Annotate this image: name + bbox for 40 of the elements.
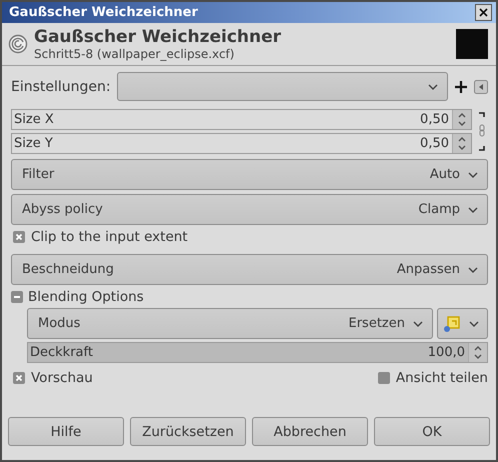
close-button[interactable] [475,4,492,21]
mode-dropdown[interactable]: Modus Ersetzen [27,308,433,339]
caret-icon [468,266,478,272]
close-icon [479,8,488,17]
spin-field[interactable]: Size X 0,50 [11,109,472,130]
caret-icon [468,172,478,178]
window-title: Gaußscher Weichzeichner [9,5,198,20]
caret-icon [468,206,478,212]
abyss-dropdown[interactable]: Abyss policy Clamp [11,194,488,225]
presets-label: Einstellungen: [11,78,111,94]
checkbox-label: Vorschau [31,370,93,386]
expander-toggle[interactable] [11,291,23,303]
add-icon[interactable] [454,80,468,94]
ok-button[interactable]: OK [374,417,490,446]
layer-mode-icon [443,314,461,332]
spiral-icon [8,34,28,54]
checkbox-label: Ansicht teilen [396,370,488,386]
caret-icon [413,320,423,326]
spin-arrows-icon[interactable] [468,343,487,362]
filter-dropdown[interactable]: Filter Auto [11,159,488,190]
chain-icon[interactable] [476,109,488,154]
checkbox[interactable] [13,231,25,243]
checkbox[interactable] [378,372,390,384]
reset-button[interactable]: Zurücksetzen [130,417,246,446]
caret-icon [428,84,438,90]
opacity-slider[interactable]: Deckkraft 100,0 [27,342,488,363]
cancel-button[interactable]: Abbrechen [252,417,368,446]
thumbnail-preview [456,29,488,59]
dialog-title: Gaußscher Weichzeichner [34,27,282,47]
checkbox[interactable] [13,372,25,384]
section-label: Blending Options [28,289,144,305]
composite-mode-button[interactable] [437,308,488,339]
spin-field[interactable]: Size Y 0,50 [11,133,472,154]
checkbox-label: Clip to the input extent [31,229,188,245]
spin-arrows-icon[interactable] [452,134,471,153]
caret-icon [469,320,479,326]
help-button[interactable]: Hilfe [8,417,124,446]
image-name: Schritt5-8 (wallpaper_eclipse.xcf) [34,47,236,61]
clipping-dropdown[interactable]: Beschneidung Anpassen [11,254,488,285]
spin-arrows-icon[interactable] [452,110,471,129]
